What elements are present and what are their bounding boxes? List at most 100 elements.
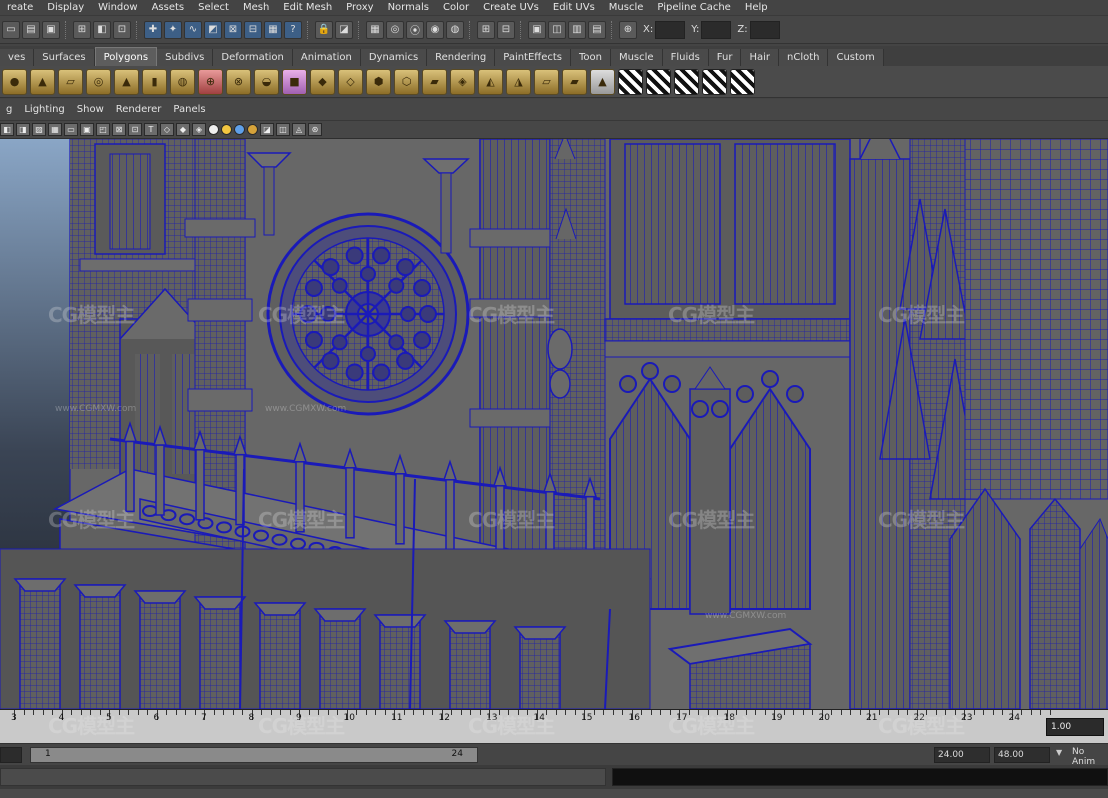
- all-lights-icon[interactable]: [221, 124, 232, 135]
- shelf-tab-hair[interactable]: Hair: [741, 49, 779, 66]
- menu-muscle[interactable]: Muscle: [602, 0, 651, 16]
- menu-window[interactable]: Window: [91, 0, 144, 16]
- shelf-tab-rendering[interactable]: Rendering: [427, 49, 496, 66]
- make-live-icon[interactable]: ◍: [446, 20, 464, 39]
- select-component-icon[interactable]: ⊡: [113, 20, 131, 39]
- highlight-selection-icon[interactable]: ◪: [335, 20, 353, 39]
- select-object-icon[interactable]: ◧: [93, 20, 111, 39]
- extrude-icon[interactable]: ◆: [310, 68, 335, 95]
- snap-point-icon[interactable]: ⦿: [406, 20, 424, 39]
- menu-edit-uvs[interactable]: Edit UVs: [546, 0, 602, 16]
- poly-plane-icon[interactable]: ▱: [58, 68, 83, 95]
- poly-cone-icon[interactable]: ▲: [30, 68, 55, 95]
- render-frame-icon[interactable]: ◫: [548, 20, 566, 39]
- lock-selection-icon[interactable]: 🔒: [315, 20, 333, 39]
- sculpt-icon[interactable]: ▲: [590, 68, 615, 95]
- split-polygon-icon[interactable]: ⬡: [394, 68, 419, 95]
- shelf-tab-surfaces[interactable]: Surfaces: [34, 49, 95, 66]
- film-gate-icon[interactable]: ▭: [64, 123, 78, 136]
- merge-icon[interactable]: ◭: [478, 68, 503, 95]
- panel-menu-g[interactable]: g: [0, 104, 18, 115]
- x-field[interactable]: [655, 20, 686, 39]
- menu-color[interactable]: Color: [436, 0, 476, 16]
- y-field[interactable]: [701, 20, 732, 39]
- snap-grid-icon[interactable]: ▦: [366, 20, 384, 39]
- poly-cylinder-icon[interactable]: ▮: [142, 68, 167, 95]
- menu-select[interactable]: Select: [191, 0, 236, 16]
- insert-edge-loop-icon[interactable]: ▰: [422, 68, 447, 95]
- poke-icon[interactable]: ▰: [562, 68, 587, 95]
- select-by-deformation-icon[interactable]: ⊠: [224, 20, 242, 39]
- anim-layer-dropdown-icon[interactable]: ▼: [1056, 748, 1062, 757]
- shelf-tab-polygons[interactable]: Polygons: [94, 47, 158, 66]
- render-view-icon[interactable]: ▣: [528, 20, 546, 39]
- planar-map-icon[interactable]: [618, 68, 643, 95]
- poly-pipe-icon[interactable]: ◍: [170, 68, 195, 95]
- default-lighting-icon[interactable]: [208, 124, 219, 135]
- poly-torus-icon[interactable]: ◎: [86, 68, 111, 95]
- perspective-viewport[interactable]: CG模型主 CG模型主 CG模型主 CG模型主 CG模型主 CG模型主 CG模型…: [0, 139, 1108, 709]
- isolate-select-icon[interactable]: ◪: [260, 123, 274, 136]
- panel-menu-panels[interactable]: Panels: [167, 104, 211, 115]
- menu-edit-mesh[interactable]: Edit Mesh: [276, 0, 339, 16]
- menu-help[interactable]: Help: [738, 0, 775, 16]
- shelf-tab-ves[interactable]: ves: [0, 49, 35, 66]
- xray-components-icon[interactable]: ⊛: [308, 123, 322, 136]
- safe-action-icon[interactable]: ⊡: [128, 123, 142, 136]
- resolution-gate-icon[interactable]: ▣: [80, 123, 94, 136]
- separate-icon[interactable]: ⊗: [226, 68, 251, 95]
- select-by-surface-icon[interactable]: ◩: [204, 20, 222, 39]
- xray-joints-icon[interactable]: ◬: [292, 123, 306, 136]
- bookmark-icon[interactable]: ◨: [16, 123, 30, 136]
- render-settings-icon[interactable]: ▤: [588, 20, 606, 39]
- wireframe-on-shaded-icon[interactable]: ◈: [192, 123, 206, 136]
- shelf-tab-painteffects[interactable]: PaintEffects: [495, 49, 571, 66]
- z-field[interactable]: [749, 20, 780, 39]
- shelf-tab-muscle[interactable]: Muscle: [610, 49, 663, 66]
- poly-sphere-icon[interactable]: ●: [2, 68, 27, 95]
- menu-pipeline-cache[interactable]: Pipeline Cache: [650, 0, 737, 16]
- shelf-tab-deformation[interactable]: Deformation: [213, 49, 293, 66]
- select-by-curve-icon[interactable]: ∿: [184, 20, 202, 39]
- select-by-rendering-icon[interactable]: ▦: [264, 20, 282, 39]
- menu-create-uvs[interactable]: Create UVs: [476, 0, 546, 16]
- smooth-shade-icon[interactable]: ◆: [176, 123, 190, 136]
- auto-map-icon[interactable]: [702, 68, 727, 95]
- panel-menu-lighting[interactable]: Lighting: [18, 104, 70, 115]
- bevel-icon[interactable]: ◈: [450, 68, 475, 95]
- shelf-tab-subdivs[interactable]: Subdivs: [157, 49, 214, 66]
- menu-proxy[interactable]: Proxy: [339, 0, 380, 16]
- camera-attributes-icon[interactable]: ◧: [0, 123, 14, 136]
- combine-icon[interactable]: ⊕: [198, 68, 223, 95]
- spherical-map-icon[interactable]: [674, 68, 699, 95]
- hardware-texturing-icon[interactable]: [247, 124, 258, 135]
- append-polygon-icon[interactable]: ⬢: [366, 68, 391, 95]
- menu-normals[interactable]: Normals: [381, 0, 436, 16]
- gate-mask-icon[interactable]: ◰: [96, 123, 110, 136]
- select-by-handle-icon[interactable]: ✚: [144, 20, 162, 39]
- shelf-tab-dynamics[interactable]: Dynamics: [360, 49, 428, 66]
- menu-reate[interactable]: reate: [0, 0, 40, 16]
- shelf-tab-fluids[interactable]: Fluids: [662, 49, 709, 66]
- end-time-field[interactable]: 24.00: [934, 747, 990, 763]
- current-frame-field[interactable]: 1.00: [1046, 718, 1104, 736]
- bridge-icon[interactable]: ◇: [338, 68, 363, 95]
- menu-assets[interactable]: Assets: [145, 0, 192, 16]
- xray-icon[interactable]: ◫: [276, 123, 290, 136]
- select-by-misc-icon[interactable]: ?: [284, 20, 302, 39]
- menu-mesh[interactable]: Mesh: [236, 0, 276, 16]
- range-bar[interactable]: 1 24: [30, 747, 478, 763]
- grid-icon[interactable]: ▦: [48, 123, 62, 136]
- input-ops-icon[interactable]: ⊟: [497, 20, 515, 39]
- shelf-tab-fur[interactable]: Fur: [708, 49, 742, 66]
- select-by-joint-icon[interactable]: ✦: [164, 20, 182, 39]
- shelf-tab-custom[interactable]: Custom: [828, 49, 884, 66]
- select-hierarchy-icon[interactable]: ⊞: [73, 20, 91, 39]
- shelf-tab-animation[interactable]: Animation: [292, 49, 361, 66]
- range-start-field[interactable]: [0, 747, 22, 763]
- anim-end-field[interactable]: 48.00: [994, 747, 1050, 763]
- uv-editor-icon[interactable]: [730, 68, 755, 95]
- panel-menu-renderer[interactable]: Renderer: [110, 104, 168, 115]
- safe-title-icon[interactable]: T: [144, 123, 158, 136]
- ipr-render-icon[interactable]: ▥: [568, 20, 586, 39]
